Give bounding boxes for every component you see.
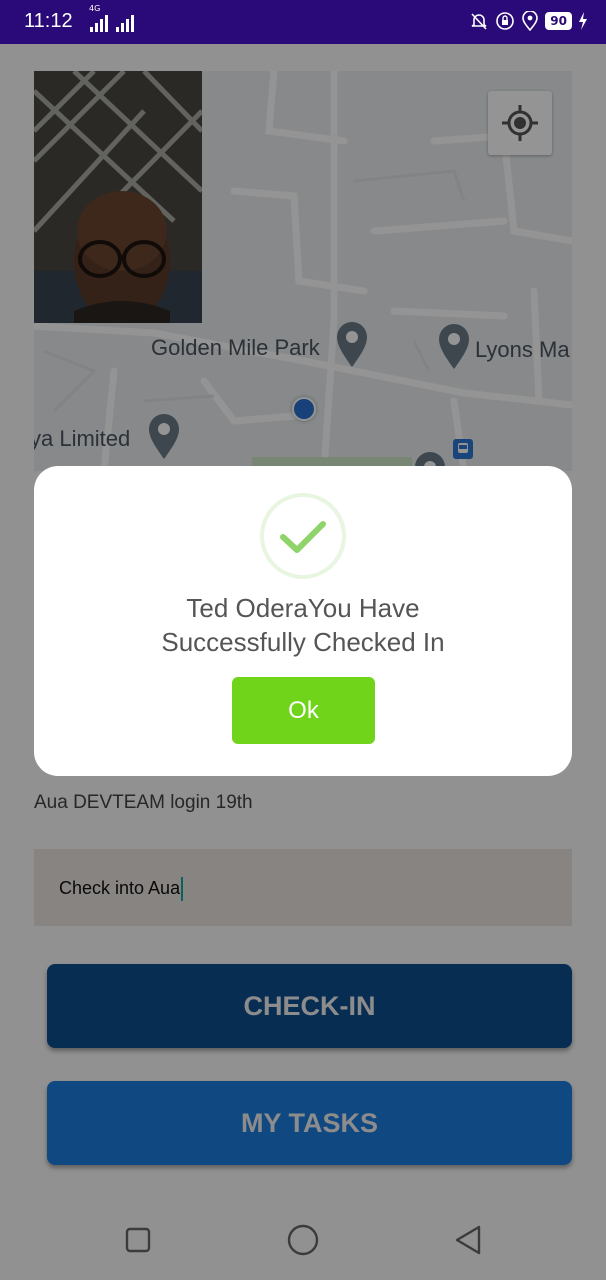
ok-button[interactable]: Ok <box>232 677 375 744</box>
charging-icon <box>579 12 587 30</box>
success-message-line-1: Ted OderaYou Have <box>186 593 420 623</box>
vpn-lock-icon <box>496 12 515 30</box>
battery-level: 90 <box>545 12 572 30</box>
success-dialog: Ted OderaYou Have Successfully Checked I… <box>34 466 572 776</box>
success-message-line-2: Successfully Checked In <box>161 627 445 657</box>
status-bar: 11:12 4G 90 <box>0 0 606 44</box>
success-message: Ted OderaYou Have Successfully Checked I… <box>34 591 572 659</box>
network-type: 4G <box>89 4 101 13</box>
location-icon <box>522 11 539 31</box>
status-time: 11:12 <box>24 10 73 32</box>
bell-off-icon <box>471 13 487 30</box>
status-icons: 90 <box>469 8 588 34</box>
check-icon <box>260 493 346 579</box>
